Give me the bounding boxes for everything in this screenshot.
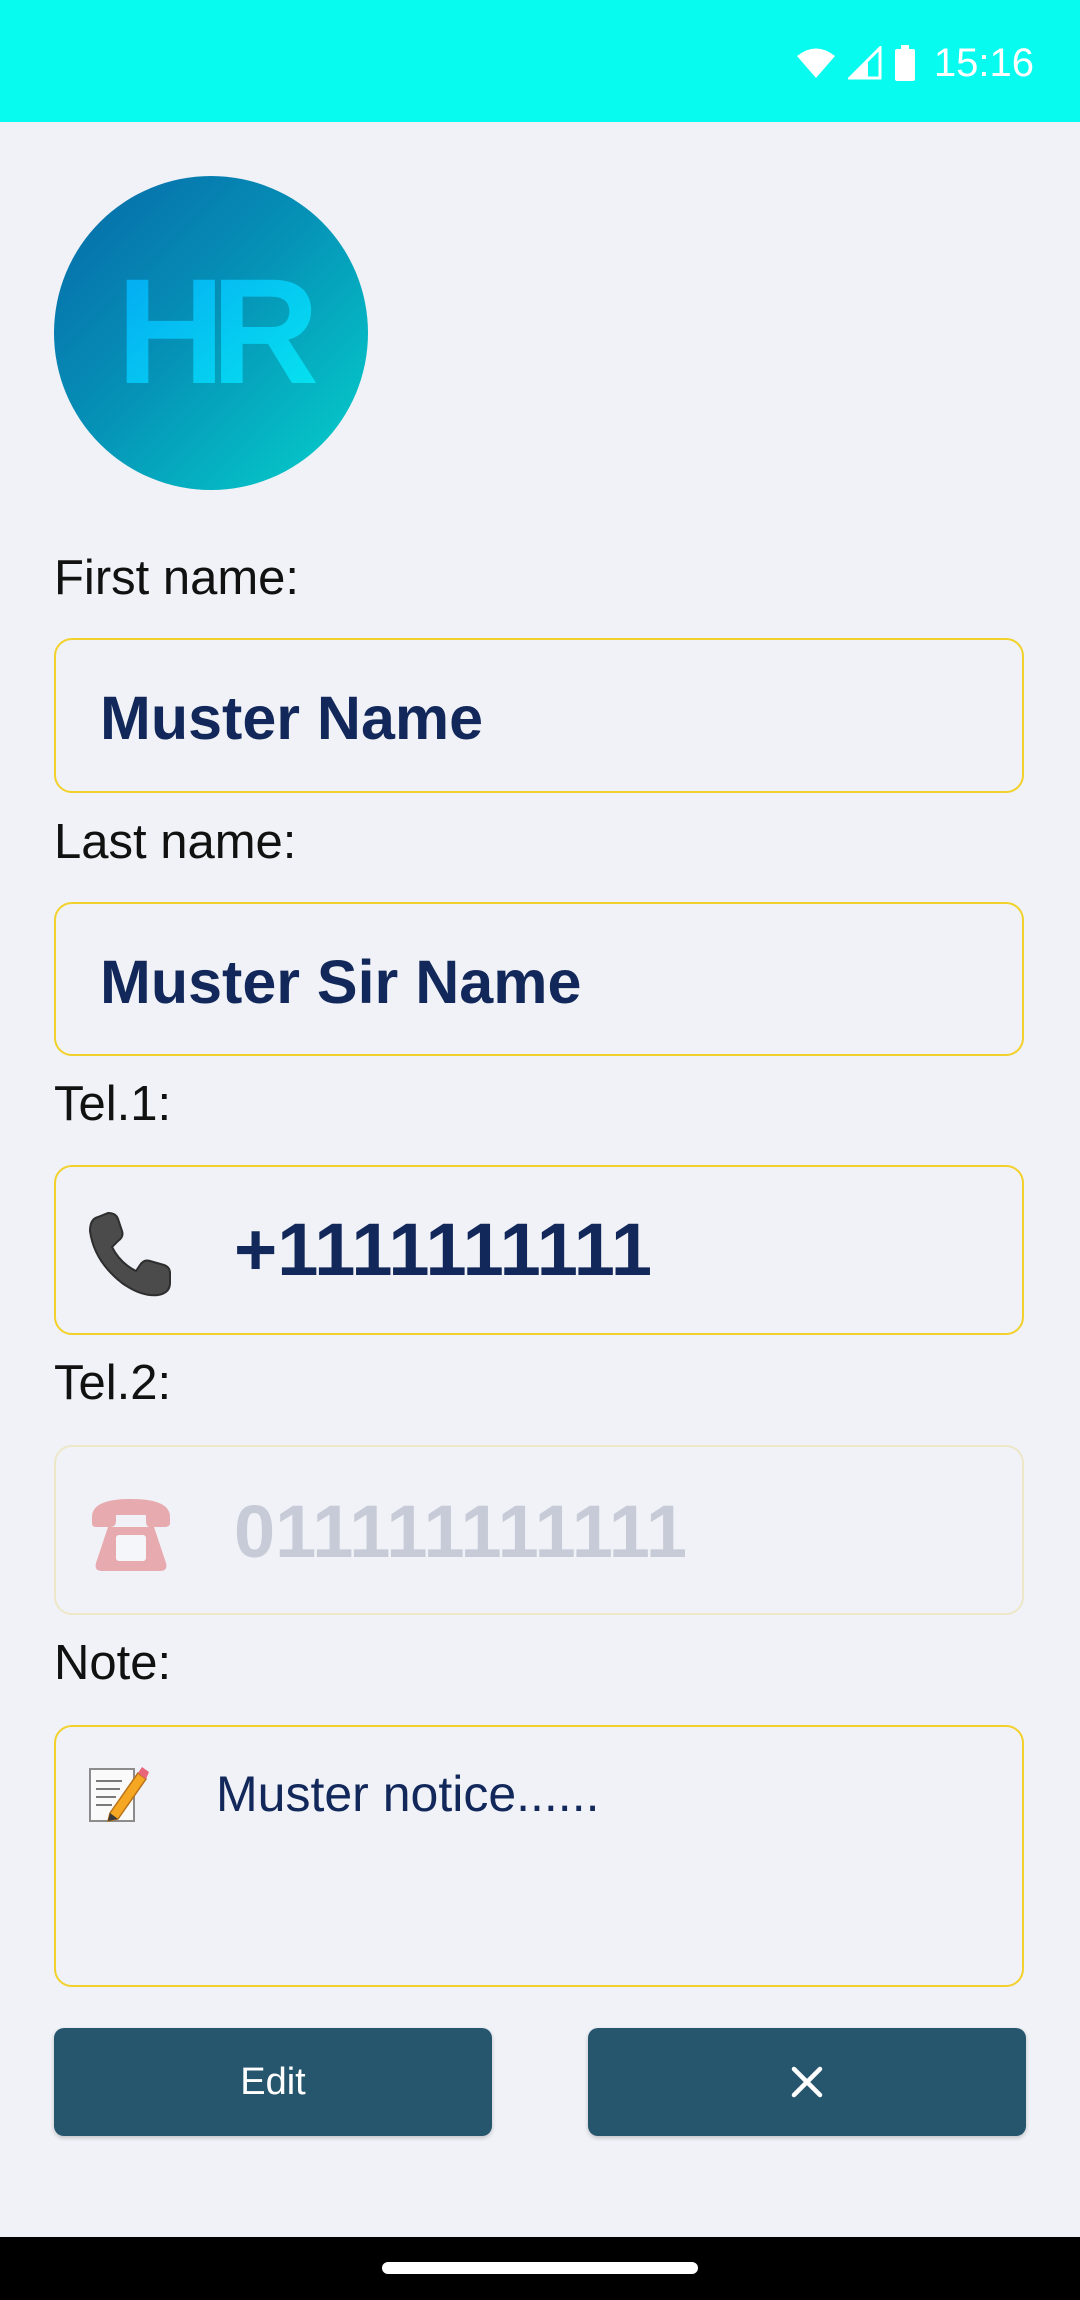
- last-name-label: Last name:: [54, 815, 297, 869]
- contact-detail-screen: 15:16 HR First name: Muster Name Last na…: [0, 0, 1080, 2300]
- first-name-field[interactable]: Muster Name: [54, 638, 1024, 793]
- tel2-value: 011111111111: [234, 1490, 688, 1573]
- logo-text: HR: [117, 247, 317, 415]
- memo-icon: [86, 1763, 150, 1830]
- battery-icon: [894, 45, 916, 81]
- status-bar: 15:16: [0, 0, 1080, 122]
- phone-icon: [84, 1209, 176, 1304]
- status-time: 15:16: [933, 40, 1034, 85]
- first-name-value[interactable]: Muster Name: [100, 683, 483, 753]
- close-button[interactable]: [588, 2028, 1026, 2136]
- tel2-label: Tel.2:: [54, 1356, 172, 1410]
- navigation-bar: [0, 2237, 1080, 2300]
- last-name-field[interactable]: Muster Sir Name: [54, 902, 1024, 1056]
- telephone-icon: [84, 1491, 178, 1578]
- cellular-signal-icon: [847, 46, 882, 80]
- tel1-field[interactable]: +1111111111: [54, 1165, 1024, 1335]
- home-gesture-handle[interactable]: [382, 2262, 698, 2274]
- status-icons: 15:16: [796, 40, 1034, 86]
- tel1-value[interactable]: +1111111111: [234, 1207, 652, 1292]
- edit-button[interactable]: Edit: [54, 2028, 492, 2136]
- close-icon: [790, 2065, 824, 2099]
- hr-logo-avatar: HR: [54, 176, 368, 490]
- wifi-icon: [796, 47, 836, 79]
- last-name-value[interactable]: Muster Sir Name: [100, 947, 581, 1017]
- tel1-label: Tel.1:: [54, 1077, 172, 1131]
- note-label: Note:: [54, 1636, 172, 1690]
- tel2-field: 011111111111: [54, 1445, 1024, 1615]
- note-field[interactable]: Muster notice......: [54, 1725, 1024, 1987]
- note-value[interactable]: Muster notice......: [216, 1765, 599, 1823]
- first-name-label: First name:: [54, 551, 300, 605]
